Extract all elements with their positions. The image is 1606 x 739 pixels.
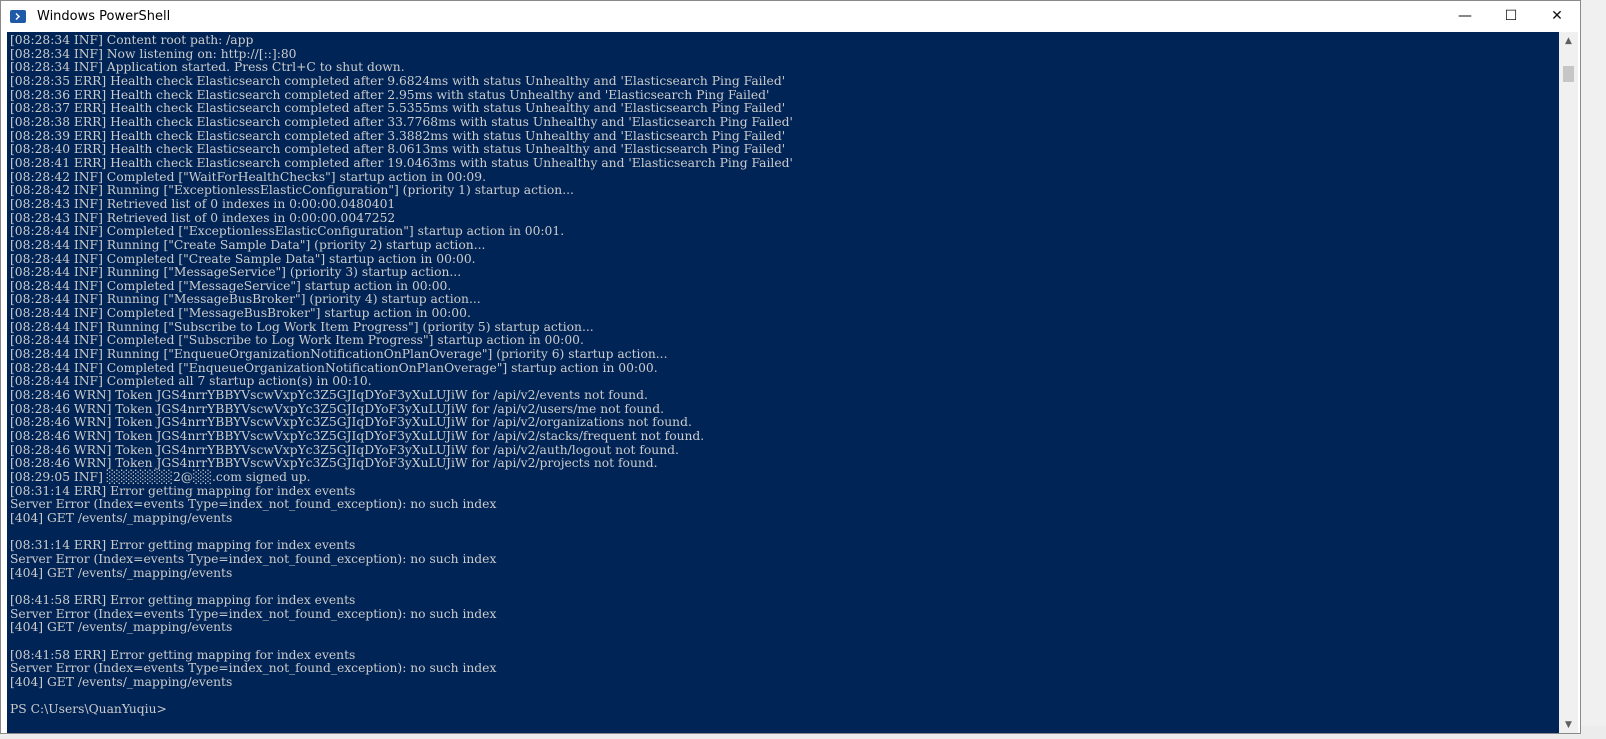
console-line: [08:28:42 INF] Running ["ExceptionlessEl…: [10, 183, 574, 198]
console-line: [08:28:44 INF] Completed ["Create Sample…: [10, 251, 476, 266]
console-line: [08:28:46 WRN] Token JGS4nrrYBBYVscwVxpY…: [10, 429, 705, 444]
vertical-scrollbar[interactable]: ▲ ▼: [1559, 32, 1578, 733]
console-line: [08:28:38 ERR] Health check Elasticsearc…: [10, 114, 793, 129]
console-line: [08:28:43 INF] Retrieved list of 0 index…: [10, 196, 396, 211]
console-line: Server Error (Index=events Type=index_no…: [10, 497, 497, 512]
title-bar[interactable]: Windows PowerShell — ☐ ✕: [1, 1, 1580, 31]
console-line: [08:28:44 INF] Running ["Subscribe to Lo…: [10, 319, 594, 334]
console-line: Server Error (Index=events Type=index_no…: [10, 606, 497, 621]
console-line: [08:28:46 WRN] Token JGS4nrrYBBYVscwVxpY…: [10, 456, 658, 471]
scroll-down-arrow-icon[interactable]: ▼: [1559, 716, 1578, 733]
console-line: [08:28:34 INF] Application started. Pres…: [10, 60, 405, 75]
powershell-window: Windows PowerShell — ☐ ✕ [08:28:34 INF] …: [0, 0, 1581, 734]
console-line: [08:28:39 ERR] Health check Elasticsearc…: [10, 128, 786, 143]
console-line: [08:28:37 ERR] Health check Elasticsearc…: [10, 101, 786, 116]
console-line: [08:28:44 INF] Completed ["EnqueueOrgani…: [10, 360, 658, 375]
console-log: [08:28:34 INF] Content root path: /app [0…: [10, 33, 793, 717]
scroll-up-arrow-icon[interactable]: ▲: [1559, 32, 1578, 49]
console-output-area[interactable]: [08:28:34 INF] Content root path: /app [0…: [7, 32, 1578, 733]
console-line: [08:41:58 ERR] Error getting mapping for…: [10, 592, 356, 607]
console-line: [08:28:35 ERR] Health check Elasticsearc…: [10, 73, 786, 88]
console-line: [08:31:14 ERR] Error getting mapping for…: [10, 538, 356, 553]
console-line: [08:28:43 INF] Retrieved list of 0 index…: [10, 210, 396, 225]
console-line: [08:41:58 ERR] Error getting mapping for…: [10, 647, 356, 662]
console-line: Server Error (Index=events Type=index_no…: [10, 551, 497, 566]
console-line: [08:28:34 INF] Now listening on: http://…: [10, 46, 297, 61]
console-line: [08:28:44 INF] Running ["MessageBusBroke…: [10, 292, 481, 307]
desktop-background-right: [1581, 0, 1606, 739]
console-line: [08:28:42 INF] Completed ["WaitForHealth…: [10, 169, 486, 184]
console-line: [404] GET /events/_mapping/events: [10, 510, 233, 525]
console-line: [08:28:41 ERR] Health check Elasticsearc…: [10, 155, 793, 170]
console-line: [08:28:46 WRN] Token JGS4nrrYBBYVscwVxpY…: [10, 388, 648, 403]
console-line: [404] GET /events/_mapping/events: [10, 620, 233, 635]
console-line: [08:28:46 WRN] Token JGS4nrrYBBYVscwVxpY…: [10, 415, 692, 430]
console-prompt: PS C:\Users\QuanYuqiu>: [10, 702, 167, 717]
console-line: [404] GET /events/_mapping/events: [10, 565, 233, 580]
console-line: [08:28:46 WRN] Token JGS4nrrYBBYVscwVxpY…: [10, 401, 664, 416]
console-line: [08:28:44 INF] Completed ["MessageServic…: [10, 278, 452, 293]
console-line: [08:31:14 ERR] Error getting mapping for…: [10, 483, 356, 498]
powershell-icon[interactable]: [10, 9, 26, 23]
close-button[interactable]: ✕: [1534, 1, 1580, 31]
console-line: [08:28:44 INF] Running ["Create Sample D…: [10, 237, 486, 252]
console-line: Server Error (Index=events Type=index_no…: [10, 661, 497, 676]
console-line: [08:28:44 INF] Running ["EnqueueOrganiza…: [10, 347, 668, 362]
console-line: [08:28:44 INF] Completed ["Subscribe to …: [10, 333, 584, 348]
console-line: [08:28:40 ERR] Health check Elasticsearc…: [10, 142, 786, 157]
console-line: [08:28:44 INF] Completed all 7 startup a…: [10, 374, 372, 389]
console-line: [08:28:44 INF] Completed ["Exceptionless…: [10, 224, 565, 239]
console-line: [404] GET /events/_mapping/events: [10, 674, 233, 689]
window-title: Windows PowerShell: [37, 8, 171, 24]
console-line: [08:28:44 INF] Running ["MessageService"…: [10, 265, 462, 280]
console-line: [08:28:34 INF] Content root path: /app: [10, 33, 254, 47]
window-controls: — ☐ ✕: [1442, 1, 1580, 31]
console-line: [08:29:05 INF] ░░░░░░░2@░░.com signed up…: [10, 470, 311, 484]
minimize-button[interactable]: —: [1442, 1, 1488, 31]
console-line: [08:28:36 ERR] Health check Elasticsearc…: [10, 87, 770, 102]
maximize-button[interactable]: ☐: [1488, 1, 1534, 31]
console-line: [08:28:46 WRN] Token JGS4nrrYBBYVscwVxpY…: [10, 442, 679, 457]
scrollbar-thumb[interactable]: [1563, 66, 1574, 82]
console-line: [08:28:44 INF] Completed ["MessageBusBro…: [10, 306, 471, 321]
